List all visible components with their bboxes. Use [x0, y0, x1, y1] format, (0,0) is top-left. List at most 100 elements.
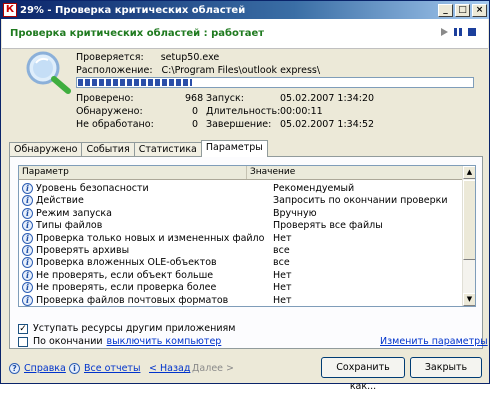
table-row[interactable]: i Уровень безопасности Рекомендуемый — [19, 182, 463, 195]
finish-value: 05.02.2007 1:34:52 — [280, 119, 375, 130]
back-link[interactable]: < Назад — [149, 363, 190, 374]
scan-progress-bar — [76, 77, 474, 88]
value-cell: все — [273, 245, 290, 256]
value-cell: Проверять все файлы — [273, 220, 383, 232]
parameter-cell: Действие — [36, 195, 84, 207]
unprocessed-value: 0 — [192, 119, 199, 130]
scroll-thumb[interactable] — [463, 180, 475, 260]
location-value: C:\Program Files\outlook express\ — [161, 65, 321, 76]
change-parameters-row: Изменить параметры — [380, 336, 488, 347]
checking-row: Проверяется: setup50.exe — [76, 52, 219, 63]
checking-label: Проверяется: — [76, 52, 144, 63]
maximize-button[interactable]: □ — [455, 3, 470, 17]
yield-resources-label: Уступать ресурсы другим приложениям — [33, 323, 236, 334]
parameters-table: Параметр Значение i Уровень безопасности Р… — [18, 165, 476, 307]
parameter-cell: Не проверять, если объект больше — [36, 269, 214, 281]
start-label: Запуск: — [206, 93, 244, 104]
yield-resources-checkbox[interactable]: ✓ — [18, 323, 28, 334]
table-row[interactable]: i Режим запуска Вручную — [19, 207, 463, 220]
parameter-cell: Режим запуска — [36, 207, 112, 219]
tab-detected[interactable]: Обнаружено — [9, 142, 83, 157]
value-cell: Нет — [273, 232, 292, 244]
change-parameters-link[interactable]: Изменить параметры — [380, 336, 488, 347]
shutdown-computer-link[interactable]: выключить компьютер — [107, 336, 222, 347]
column-header-parameter[interactable]: Параметр — [19, 166, 247, 179]
column-header-value[interactable]: Значение — [247, 166, 463, 179]
yield-resources-checkbox-row[interactable]: ✓ Уступать ресурсы другим приложениям — [18, 323, 235, 334]
table-row[interactable]: i Проверка только новых и измененных файл… — [19, 232, 463, 245]
table-header: Параметр Значение — [19, 166, 463, 180]
kaspersky-app-icon: К — [3, 3, 17, 17]
start-value: 05.02.2007 1:34:20 — [280, 93, 375, 104]
pause-icon[interactable] — [452, 27, 464, 39]
progress-fill — [78, 79, 193, 86]
all-reports-link-row[interactable]: i Все отчеты — [69, 363, 140, 374]
parameter-cell: Проверка вложенных OLE-объектов — [36, 257, 217, 269]
close-window-button[interactable]: × — [472, 3, 487, 17]
status-header: Проверка критических областей : работает — [2, 19, 488, 49]
duration-label: Длительность: — [206, 106, 281, 117]
scan-status-text: Проверка критических областей : работает — [10, 28, 265, 39]
on-finish-checkbox[interactable] — [18, 336, 28, 347]
duration-value: 00:00:11 — [280, 106, 323, 117]
play-icon[interactable] — [438, 27, 450, 39]
table-row[interactable]: i Проверка вложенных OLE-объектов все — [19, 256, 463, 269]
magnifier-icon — [26, 51, 71, 94]
table-row[interactable]: i Действие Запросить по окончании проверки — [19, 194, 463, 207]
detected-label: Обнаружено: — [76, 106, 143, 117]
parameter-cell: Проверка файлов почтовых форматов — [36, 294, 229, 306]
unprocessed-label: Не обработано: — [76, 119, 154, 130]
tab-statistics[interactable]: Статистика — [133, 142, 202, 157]
finish-label: Завершение: — [206, 119, 272, 130]
parameter-cell: Типы файлов — [36, 220, 103, 232]
back-link-row[interactable]: < Назад — [149, 363, 190, 374]
value-cell: Нет — [273, 294, 292, 306]
info-icon: i — [22, 257, 33, 269]
value-cell: Нет — [273, 282, 292, 294]
value-cell: Вручную — [273, 207, 317, 219]
parameter-cell: Проверять архивы — [36, 245, 130, 256]
tab-events[interactable]: События — [81, 142, 135, 157]
checked-label: Проверено: — [76, 93, 134, 104]
scan-window: К 29% - Проверка критических областей _ … — [0, 0, 490, 392]
help-icon: ? — [9, 363, 20, 374]
table-row[interactable]: i Проверять архивы все — [19, 244, 463, 257]
minimize-button[interactable]: _ — [438, 3, 453, 17]
location-row: Расположение: C:\Program Files\outlook e… — [76, 65, 320, 76]
scroll-up-icon[interactable]: ▲ — [463, 166, 475, 179]
info-icon: i — [22, 183, 33, 194]
info-icon: i — [22, 282, 33, 294]
info-icon: i — [22, 220, 33, 232]
help-link-row[interactable]: ? Справка — [9, 363, 66, 374]
info-icon: i — [22, 294, 33, 306]
info-icon: i — [22, 245, 33, 256]
table-row[interactable]: i Типы файлов Проверять все файлы — [19, 219, 463, 232]
detected-value: 0 — [192, 106, 199, 117]
value-cell: Запросить по окончании проверки — [273, 195, 448, 207]
table-row[interactable]: i Проверка файлов почтовых форматов Нет — [19, 294, 463, 306]
help-link[interactable]: Справка — [24, 363, 66, 374]
info-icon: i — [22, 269, 33, 281]
info-icon: i — [22, 232, 33, 244]
close-button[interactable]: Закрыть — [410, 357, 482, 378]
table-row[interactable]: i Не проверять, если объект больше Нет — [19, 269, 463, 282]
checking-value: setup50.exe — [160, 52, 220, 63]
table-scrollbar[interactable]: ▲ ▼ — [462, 166, 475, 306]
parameter-cell: Не проверять, если проверка более — [36, 282, 217, 294]
scroll-down-icon[interactable]: ▼ — [463, 293, 475, 306]
tab-strip: Обнаружено События Статистика Параметры — [9, 140, 268, 157]
location-label: Расположение: — [76, 65, 153, 76]
info-icon: i — [22, 207, 33, 219]
stop-icon[interactable] — [466, 27, 478, 39]
value-cell: Нет — [273, 269, 292, 281]
all-reports-link[interactable]: Все отчеты — [84, 363, 140, 374]
next-link-row: Далее > — [192, 363, 234, 374]
on-finish-checkbox-row[interactable]: По окончании выключить компьютер — [18, 336, 221, 347]
save-as-button[interactable]: Сохранить как... — [321, 357, 405, 392]
title-bar: К 29% - Проверка критических областей _ … — [1, 1, 489, 19]
table-row[interactable]: i Не проверять, если проверка более Нет — [19, 281, 463, 294]
tab-parameters[interactable]: Параметры — [200, 140, 268, 157]
value-cell: Рекомендуемый — [273, 183, 355, 194]
window-title: 29% - Проверка критических областей — [20, 4, 246, 16]
next-link-disabled: Далее > — [192, 363, 234, 374]
